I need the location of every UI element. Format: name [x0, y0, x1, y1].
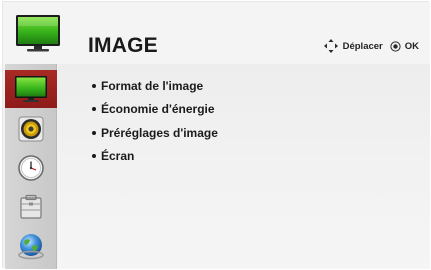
menu-item-energy-saving[interactable]: Économie d'énergie	[92, 98, 218, 122]
tv-picture-icon	[16, 15, 60, 52]
page-title: IMAGE	[88, 34, 158, 57]
move-arrows-icon	[323, 39, 338, 53]
bullet-icon	[92, 130, 96, 135]
menu-content: Format de l'image Économie d'énergie Pré…	[58, 64, 430, 269]
sidebar-item-network[interactable]	[5, 227, 57, 265]
clock-time-icon	[18, 155, 44, 181]
menu-item-picture-presets[interactable]: Préréglages d'image	[92, 121, 218, 145]
tv-picture-icon	[15, 76, 47, 102]
picture-menu-list: Format de l'image Économie d'énergie Pré…	[92, 74, 218, 168]
hint-ok-label: OK	[404, 40, 419, 52]
menu-header: IMAGE Déplacer OK	[3, 2, 430, 64]
menu-item-label: Préréglages d'image	[101, 125, 218, 140]
menu-item-label: Format de l'image	[101, 78, 204, 93]
category-sidebar	[5, 64, 57, 269]
bullet-icon	[92, 83, 96, 88]
toolbox-options-icon	[20, 194, 42, 219]
menu-item-screen[interactable]: Écran	[92, 145, 218, 169]
sidebar-item-picture[interactable]	[5, 70, 57, 108]
osd-menu: IMAGE Déplacer OK Format de l'image Écon…	[2, 1, 430, 269]
sidebar-item-audio[interactable]	[5, 110, 57, 148]
bullet-icon	[92, 107, 96, 112]
navigation-hint: Déplacer OK	[323, 38, 419, 54]
menu-item-label: Économie d'énergie	[101, 102, 215, 117]
sidebar-item-options[interactable]	[5, 188, 57, 226]
speaker-audio-icon	[18, 116, 44, 142]
globe-network-icon	[18, 234, 44, 260]
ok-button-icon	[390, 40, 401, 52]
menu-item-label: Écran	[101, 149, 135, 164]
sidebar-item-time[interactable]	[5, 149, 57, 187]
menu-item-aspect-ratio[interactable]: Format de l'image	[92, 74, 218, 98]
hint-move-label: Déplacer	[342, 40, 383, 52]
bullet-icon	[92, 154, 96, 159]
